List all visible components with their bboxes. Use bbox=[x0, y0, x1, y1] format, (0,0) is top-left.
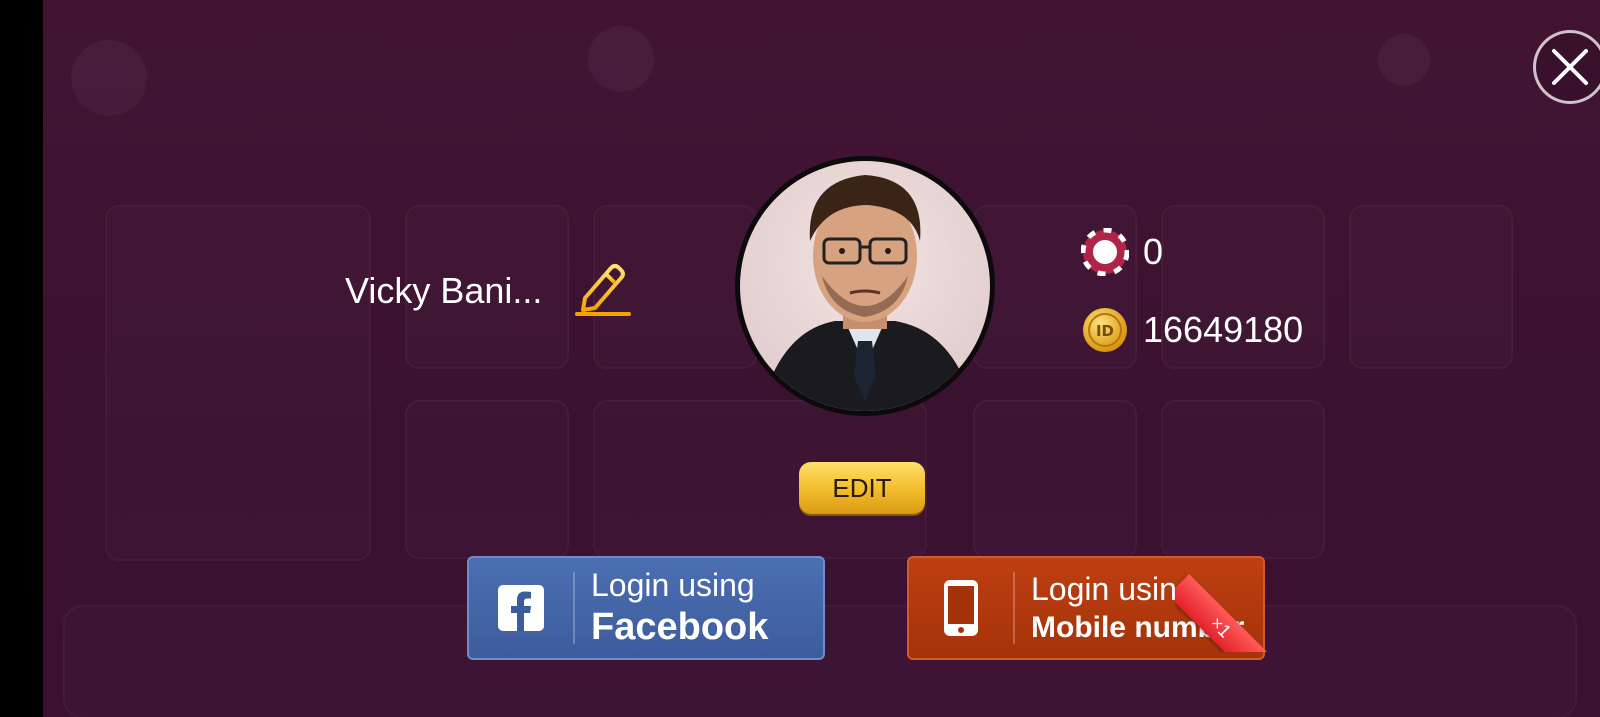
login-mobile-button[interactable]: Login using Mobile number bbox=[907, 556, 1265, 660]
mobile-login-text: Login using Mobile number bbox=[1015, 570, 1245, 645]
bg-avatar-decoration bbox=[71, 40, 147, 116]
close-icon bbox=[1552, 49, 1588, 85]
bg-tile-decoration bbox=[105, 205, 371, 561]
mobile-login-line2: Mobile number bbox=[1031, 611, 1245, 645]
player-id-value: 16649180 bbox=[1143, 309, 1304, 350]
chip-icon bbox=[1081, 228, 1129, 276]
smartphone-icon-container bbox=[909, 558, 1013, 658]
avatar[interactable] bbox=[735, 156, 995, 416]
facebook-login-line1: Login using bbox=[591, 566, 755, 603]
close-button[interactable] bbox=[1533, 30, 1600, 104]
facebook-login-line2: Facebook bbox=[591, 605, 769, 648]
bg-tile-decoration bbox=[405, 400, 569, 559]
facebook-login-text: Login using Facebook bbox=[575, 566, 769, 649]
player-name: Vicky Bani... bbox=[345, 270, 543, 311]
pencil-icon[interactable] bbox=[573, 258, 631, 323]
mobile-login-line1: Login using bbox=[1031, 570, 1195, 607]
avatar-portrait-image bbox=[760, 175, 975, 411]
bg-tile-decoration bbox=[1161, 400, 1325, 559]
facebook-icon-container bbox=[469, 558, 573, 658]
bg-profile-decoration bbox=[1378, 34, 1430, 86]
player-id: ID 16649180 bbox=[1081, 306, 1303, 354]
login-facebook-button[interactable]: Login using Facebook bbox=[467, 556, 825, 660]
bg-tile-decoration bbox=[1349, 205, 1513, 369]
bg-tile-decoration bbox=[973, 400, 1137, 559]
smartphone-icon bbox=[944, 580, 978, 636]
profile-dialog: Vicky Bani... 0 ID 16649180 EDIT Login u… bbox=[43, 0, 1600, 717]
facebook-icon bbox=[498, 585, 544, 631]
svg-text:ID: ID bbox=[1096, 322, 1114, 340]
chips-balance: 0 bbox=[1081, 228, 1163, 276]
edit-profile-button[interactable]: EDIT bbox=[799, 462, 925, 514]
id-coin-icon: ID bbox=[1083, 308, 1127, 352]
chips-value: 0 bbox=[1143, 231, 1164, 272]
bg-coin-decoration bbox=[588, 26, 654, 92]
